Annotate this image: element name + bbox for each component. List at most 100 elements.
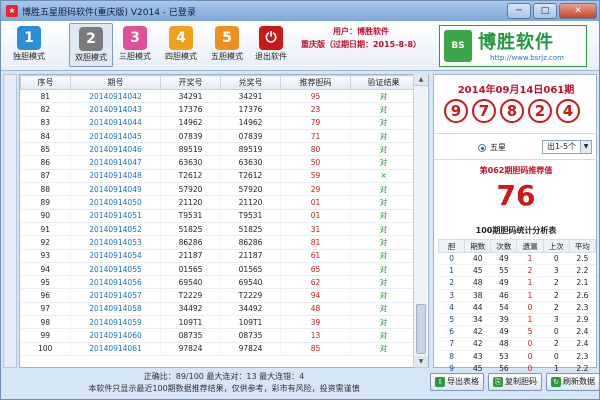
stat-digit: 8	[438, 350, 465, 363]
cell-redeem: 21120	[220, 195, 281, 210]
stat-miss: 0	[516, 301, 544, 314]
cell-redeem: 34492	[220, 302, 281, 317]
scroll-down-icon[interactable]: ▼	[414, 356, 428, 368]
header-period[interactable]: 期号	[70, 75, 161, 90]
divider	[434, 159, 598, 160]
scroll-thumb[interactable]	[416, 304, 426, 354]
minimize-button[interactable]: ─	[507, 3, 531, 19]
cell-verify: 对	[350, 195, 417, 210]
copy-code-button[interactable]: ⎘ 复制胆码	[488, 373, 542, 391]
stats-row: 4 44 54 0 2 2.3	[438, 301, 596, 314]
table-scrollbar[interactable]: ▲ ▼	[413, 74, 428, 368]
table-row[interactable]: 95 20140914056 69540 69540 62 对	[20, 275, 417, 290]
mode-3-button[interactable]: 3 三胆模式	[113, 23, 157, 67]
stat-miss: 1	[516, 276, 544, 290]
draw-ball: 9	[444, 99, 468, 123]
table-row[interactable]: 81 20140914042 34291 34291 95 对	[20, 89, 417, 104]
export-table-button[interactable]: ⇩ 导出表格	[430, 373, 484, 391]
cell-index: 96	[20, 288, 71, 303]
cell-verify: 对	[350, 155, 417, 170]
cell-index: 99	[20, 328, 71, 343]
table-row[interactable]: 83 20140914044 14962 14962 79 对	[20, 116, 417, 130]
table-row[interactable]: 90 20140914051 T9531 T9531 01 对	[20, 209, 417, 223]
close-button[interactable]: ✕	[559, 3, 597, 19]
cell-draw: 21187	[160, 249, 221, 263]
header-draw[interactable]: 开奖号	[160, 75, 221, 90]
cell-recommend: 59	[280, 169, 351, 184]
stat-miss: 0	[516, 350, 544, 363]
table-row[interactable]: 87 20140914048 T2612 T2612 59 ×	[20, 169, 417, 184]
cell-recommend: 80	[280, 142, 351, 157]
stats-row: 0 40 49 1 0 2.5	[438, 252, 596, 266]
stats-header-count: 次数	[490, 239, 518, 253]
table-row[interactable]: 99 20140914060 08735 08735 13 对	[20, 328, 417, 343]
cell-recommend: 61	[280, 249, 351, 263]
status-stats: 正确比：89/100 最大连对：13 最大连错：4	[143, 372, 305, 381]
exit-button[interactable]: ⏻ 退出软件	[249, 23, 293, 67]
table-row[interactable]: 94 20140914055 01565 01565 65 对	[20, 262, 417, 277]
mode-1-icon: 1	[17, 26, 41, 50]
scroll-up-icon[interactable]: ▲	[414, 74, 428, 86]
header-redeem[interactable]: 兑奖号	[220, 75, 281, 90]
cell-verify: 对	[350, 102, 417, 117]
cell-index: 95	[20, 275, 71, 290]
mode-4-label: 四胆模式	[165, 52, 197, 61]
cell-verify: 对	[350, 342, 417, 356]
cell-verify: 对	[350, 116, 417, 130]
stats-row: 1 45 55 2 3 2.2	[438, 264, 596, 278]
table-row[interactable]: 89 20140914050 21120 21120 01 对	[20, 195, 417, 210]
header-verify[interactable]: 验证结果	[350, 75, 417, 90]
table-row[interactable]: 93 20140914054 21187 21187 61 对	[20, 249, 417, 263]
cell-redeem: 01565	[220, 262, 281, 277]
draw-ball: 8	[500, 99, 524, 123]
table-row[interactable]: 92 20140914053 86286 86286 81 对	[20, 235, 417, 250]
table-row[interactable]: 86 20140914047 63630 63630 50 对	[20, 155, 417, 170]
stat-last: 2	[543, 337, 570, 351]
cell-verify: 对	[350, 328, 417, 343]
cell-period: 20140914048	[70, 169, 161, 184]
cell-draw: 17376	[160, 102, 221, 117]
copy-icon: ⎘	[493, 377, 503, 387]
five-star-radio[interactable]	[478, 144, 486, 152]
cell-verify: 对	[350, 89, 417, 104]
table-row[interactable]: 85 20140914046 89519 89519 80 对	[20, 142, 417, 157]
cell-draw: T9531	[160, 209, 221, 223]
refresh-button[interactable]: ↻ 刷新数据	[546, 373, 600, 391]
table-row[interactable]: 96 20140914057 T2229 T2229 94 对	[20, 288, 417, 303]
cell-redeem: 109T1	[220, 315, 281, 330]
cell-period: 20140914050	[70, 195, 161, 210]
count-select[interactable]: 出1-5个 ▼	[542, 140, 592, 154]
maximize-button[interactable]: □	[533, 3, 557, 19]
table-row[interactable]: 100 20140914061 97824 97824 85 对	[20, 342, 417, 356]
cell-recommend: 81	[280, 235, 351, 250]
mode-5-button[interactable]: 5 五胆模式	[205, 23, 249, 67]
cell-redeem: T2229	[220, 288, 281, 303]
title-bar[interactable]: ★ 博胜五星胆码软件(重庆版) V2014 - 已登录 ─ □ ✕	[1, 1, 599, 21]
current-period-title: 2014年09月14日061期	[457, 85, 575, 96]
chevron-down-icon[interactable]: ▼	[580, 141, 591, 153]
brand-logo: BS 博胜软件 http://www.bsrjz.com	[439, 25, 587, 67]
cell-redeem: T2612	[220, 169, 281, 184]
status-bar: 正确比：89/100 最大连对：13 最大连错：4 本软件只显示最近100期数据…	[19, 369, 429, 399]
stat-count: 49	[490, 325, 517, 339]
cell-index: 84	[20, 129, 71, 144]
mode-2-button[interactable]: 2 双胆模式	[69, 23, 113, 67]
cell-draw: 86286	[160, 235, 221, 250]
header-recommend[interactable]: 推荐胆码	[280, 75, 351, 90]
mode-4-button[interactable]: 4 四胆模式	[159, 23, 203, 67]
cell-period: 20140914046	[70, 142, 161, 157]
cell-draw: T2229	[160, 288, 221, 303]
header-index[interactable]: 序号	[20, 75, 71, 90]
table-row[interactable]: 88 20140914049 57920 57920 29 对	[20, 182, 417, 197]
table-row[interactable]: 91 20140914052 51825 51825 31 对	[20, 222, 417, 237]
table-row[interactable]: 84 20140914045 07839 07839 71 对	[20, 129, 417, 144]
table-row[interactable]: 82 20140914043 17376 17376 23 对	[20, 102, 417, 117]
left-strip	[3, 74, 17, 368]
cell-draw: T2612	[160, 169, 221, 184]
stat-count: 54	[490, 301, 517, 314]
table-row[interactable]: 97 20140914058 34492 34492 48 对	[20, 302, 417, 317]
table-row[interactable]: 98 20140914059 109T1 109T1 39 对	[20, 315, 417, 330]
mode-1-button[interactable]: 1 独胆模式	[7, 23, 51, 67]
cell-recommend: 31	[280, 222, 351, 237]
cell-verify: 对	[350, 315, 417, 330]
